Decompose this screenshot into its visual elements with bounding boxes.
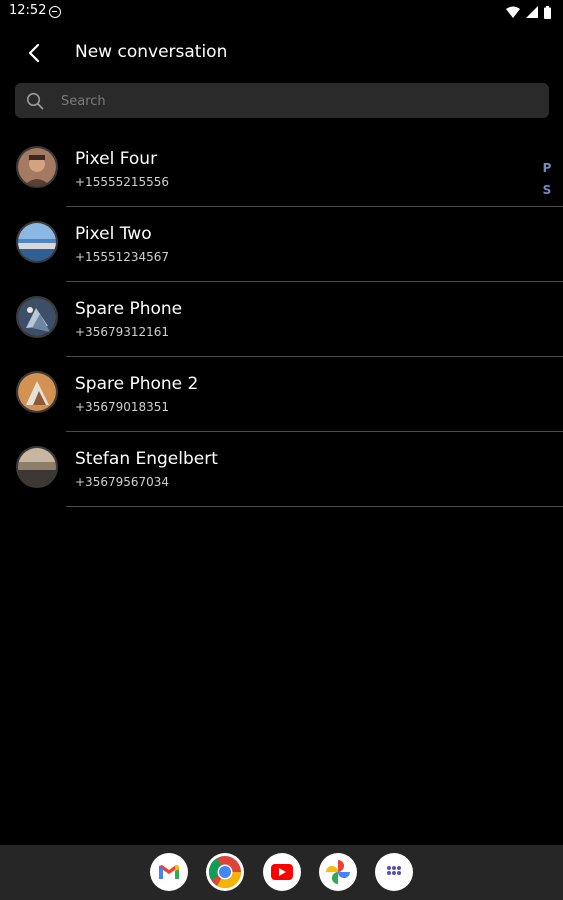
- chrome-icon[interactable]: [206, 853, 244, 891]
- wifi-icon: [506, 6, 520, 18]
- app-drawer-icon[interactable]: [375, 853, 413, 891]
- search-input[interactable]: [59, 83, 533, 120]
- contact-avatar: [16, 446, 58, 488]
- signal-icon: [526, 6, 538, 18]
- youtube-icon[interactable]: [263, 853, 301, 891]
- back-button[interactable]: [20, 38, 50, 68]
- contact-row[interactable]: Spare Phone +35679312161: [0, 282, 563, 357]
- back-arrow-icon: [28, 43, 40, 63]
- contact-name: Stefan Engelbert: [75, 449, 218, 469]
- contact-list: Pixel Four +15555215556 Pixel Two +15551…: [0, 132, 563, 507]
- divider: [66, 506, 563, 507]
- alphabet-index[interactable]: P S: [540, 157, 554, 201]
- battery-icon: [544, 5, 551, 19]
- page-title: New conversation: [75, 42, 228, 62]
- contact-avatar: [16, 146, 58, 188]
- contact-name: Spare Phone 2: [75, 374, 199, 394]
- contact-row[interactable]: Spare Phone 2 +35679018351: [0, 357, 563, 432]
- contact-avatar: [16, 296, 58, 338]
- photos-icon[interactable]: [319, 853, 357, 891]
- contact-name: Pixel Two: [75, 224, 152, 244]
- app-bar: New conversation: [0, 24, 563, 80]
- status-time: 12:52: [9, 3, 47, 18]
- contact-phone: +15551234567: [75, 250, 170, 264]
- contact-name: Spare Phone: [75, 299, 183, 319]
- contact-avatar: [16, 221, 58, 263]
- contact-phone: +35679018351: [75, 400, 170, 414]
- gmail-icon[interactable]: [150, 853, 188, 891]
- contact-phone: +35679567034: [75, 475, 170, 489]
- search-icon: [26, 92, 44, 110]
- contact-phone: +35679312161: [75, 325, 170, 339]
- contact-phone: +15555215556: [75, 175, 170, 189]
- do-not-disturb-icon: [49, 6, 61, 18]
- contact-row[interactable]: Pixel Four +15555215556: [0, 132, 563, 207]
- search-box[interactable]: [15, 83, 549, 120]
- index-letter-p[interactable]: P: [540, 157, 554, 179]
- contact-row[interactable]: Pixel Two +15551234567: [0, 207, 563, 282]
- status-bar: 12:52: [0, 0, 563, 24]
- app-dock: [0, 845, 563, 900]
- index-letter-s[interactable]: S: [540, 179, 554, 201]
- contact-name: Pixel Four: [75, 149, 158, 169]
- contact-row[interactable]: Stefan Engelbert +35679567034: [0, 432, 563, 507]
- contact-avatar: [16, 371, 58, 413]
- status-icons: [506, 3, 551, 21]
